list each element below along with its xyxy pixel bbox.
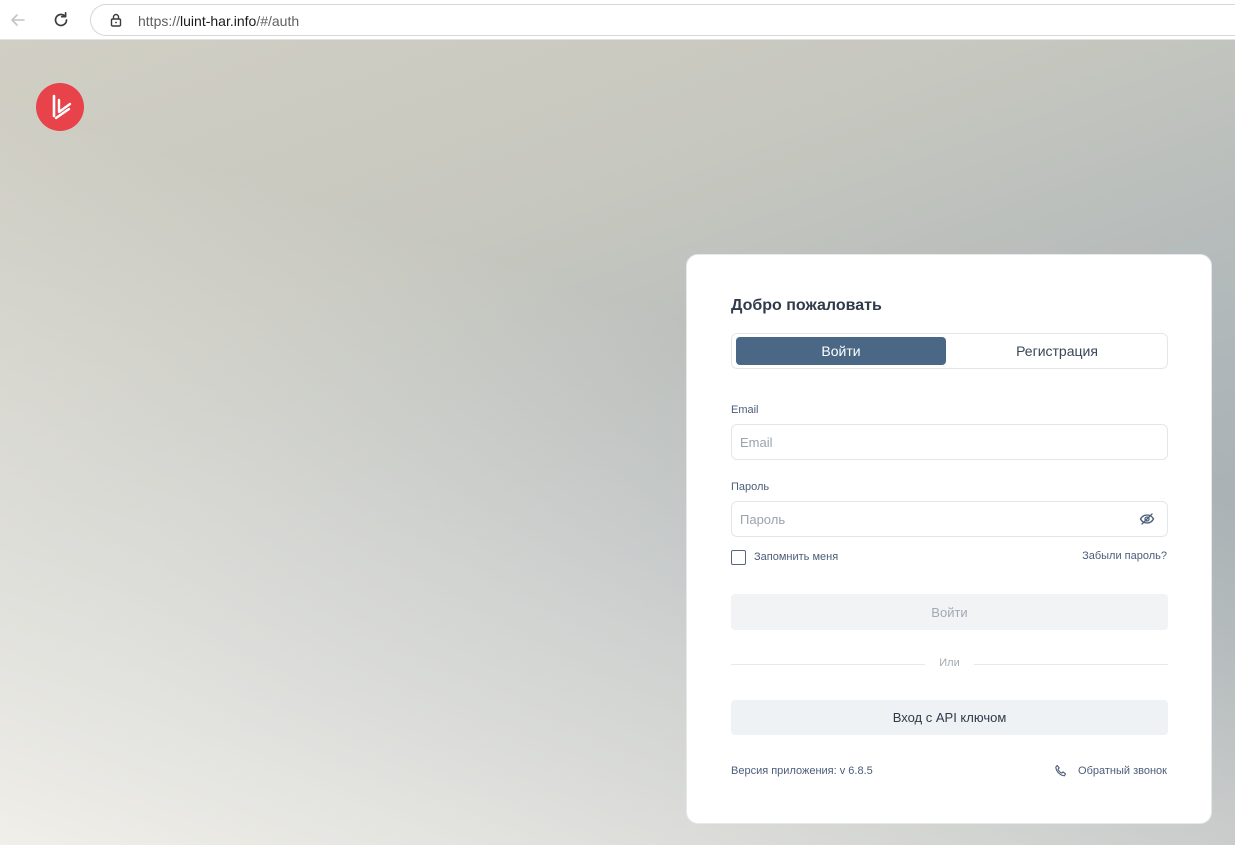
auth-tabs: Войти Регистрация (731, 333, 1168, 369)
phone-icon (1055, 764, 1067, 777)
password-label: Пароль (731, 481, 770, 493)
api-key-login-button[interactable]: Вход с API ключом (731, 700, 1168, 735)
email-field[interactable] (731, 424, 1168, 460)
tab-register[interactable]: Регистрация (950, 337, 1164, 365)
address-bar[interactable]: https://luint-har.info/#/auth (90, 4, 1235, 36)
divider-line-right (974, 664, 1168, 665)
auth-page: Добро пожаловать Войти Регистрация Email… (0, 40, 1235, 845)
remember-checkbox[interactable] (731, 549, 746, 565)
lock-icon (110, 13, 122, 27)
card-title: Добро пожаловать (731, 297, 882, 314)
back-button[interactable] (5, 7, 31, 33)
login-submit-button[interactable]: Войти (731, 594, 1168, 630)
email-label: Email (731, 404, 759, 416)
auth-card: Добро пожаловать Войти Регистрация Email… (686, 254, 1212, 824)
url-path: /#/auth (256, 13, 300, 29)
password-visibility-toggle[interactable] (1138, 510, 1156, 528)
brand-logo[interactable] (36, 83, 84, 131)
app-version: Версия приложения: v 6.8.5 (731, 765, 873, 777)
url-host: luint-har.info (180, 13, 257, 29)
reload-button[interactable] (48, 7, 74, 33)
reload-icon (54, 11, 68, 27)
url-text: https://luint-har.info/#/auth (138, 13, 299, 29)
tab-login[interactable]: Войти (736, 337, 946, 365)
url-scheme: https:// (138, 13, 181, 29)
remember-label: Запомнить меня (754, 551, 839, 563)
browser-toolbar: https://luint-har.info/#/auth (0, 0, 1235, 40)
callback-link[interactable]: Обратный звонок (1054, 764, 1167, 778)
divider-label: Или (939, 657, 960, 669)
brand-logo-icon (52, 94, 72, 120)
callback-label: Обратный звонок (1078, 765, 1167, 777)
remember-me[interactable]: Запомнить меня (731, 549, 838, 565)
or-divider: Или (731, 656, 1168, 672)
arrow-left-icon (11, 14, 25, 26)
eye-off-icon (1139, 513, 1155, 525)
password-field[interactable] (731, 501, 1168, 537)
forgot-password-link[interactable]: Забыли пароль? (1082, 550, 1167, 562)
